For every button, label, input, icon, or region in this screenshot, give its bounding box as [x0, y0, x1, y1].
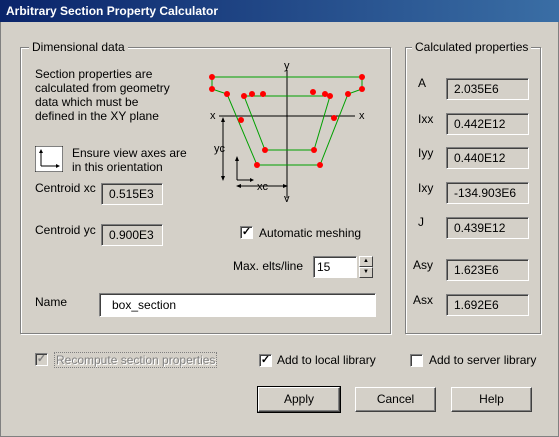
centroid-yc-label: Centroid yc [35, 223, 96, 237]
name-input[interactable]: box_section [99, 293, 376, 317]
prop-value-asx: 1.692E6 [446, 294, 529, 316]
dimensional-data-title: Dimensional data [29, 40, 128, 54]
prop-label-asx: Asx [413, 293, 434, 307]
prop-value-iyy: 0.440E12 [446, 147, 529, 169]
max-elts-up-button[interactable]: ▲ [359, 256, 373, 267]
recompute-label: Recompute section properties [53, 352, 218, 368]
recompute-checkbox: ✓ [35, 353, 48, 366]
diagram-axis-y-bottom: y [284, 193, 290, 202]
help-button[interactable]: Help [451, 387, 532, 412]
prop-value-j: 0.439E12 [446, 217, 529, 239]
description-line-3: data which must be [35, 95, 139, 109]
add-local-library-label[interactable]: Add to local library [277, 353, 376, 367]
cancel-button[interactable]: Cancel [355, 387, 436, 412]
prop-value-ixy: -134.903E6 [446, 182, 529, 204]
name-label: Name [35, 295, 68, 309]
diagram-label-xc: xc [257, 181, 269, 193]
window-title: Arbitrary Section Property Calculator [6, 4, 219, 18]
description-line-2: calculated from geometry [35, 81, 170, 95]
orientation-note-line-2: in this orientation [72, 160, 163, 174]
apply-button[interactable]: Apply [257, 386, 341, 413]
description-line-1: Section properties are [35, 67, 153, 81]
prop-label-j: J [418, 215, 424, 229]
prop-label-ixy: Ixy [418, 181, 434, 195]
add-local-library-checkbox[interactable]: ✓ [259, 354, 272, 367]
automatic-meshing-label[interactable]: Automatic meshing [259, 226, 361, 240]
prop-value-asy: 1.623E6 [446, 259, 529, 281]
diagram-axis-y-top: y [284, 62, 290, 72]
prop-label-asy: Asy [413, 258, 434, 272]
add-server-library-label[interactable]: Add to server library [429, 353, 536, 367]
prop-label-a: A [418, 76, 427, 90]
max-elts-label: Max. elts/line [233, 259, 304, 273]
diagram-axis-x-left: x [210, 110, 216, 122]
prop-value-a: 2.035E6 [446, 78, 529, 100]
description-line-4: defined in the XY plane [35, 109, 159, 123]
centroid-xc-label: Centroid xc [35, 181, 96, 195]
automatic-meshing-checkbox[interactable]: ✓ [240, 226, 253, 239]
prop-label-iyy: Iyy [418, 146, 434, 160]
title-bar: Arbitrary Section Property Calculator [0, 0, 559, 22]
diagram-axis-x-right: x [359, 110, 365, 122]
orientation-note-line-1: Ensure view axes are [72, 146, 187, 160]
centroid-xc-value: 0.515E3 [101, 183, 163, 205]
add-server-library-checkbox[interactable] [410, 354, 423, 367]
diagram-label-yc: yc [214, 143, 226, 155]
calculated-properties-title: Calculated properties [412, 40, 532, 54]
max-elts-input[interactable]: 15 [313, 256, 357, 278]
view-axes-icon [35, 146, 63, 172]
section-diagram: y y x x yc xc [209, 62, 365, 202]
centroid-yc-value: 0.900E3 [101, 224, 163, 246]
max-elts-down-button[interactable]: ▼ [359, 267, 373, 278]
prop-label-ixx: Ixx [418, 112, 434, 126]
prop-value-ixx: 0.442E12 [446, 113, 529, 135]
